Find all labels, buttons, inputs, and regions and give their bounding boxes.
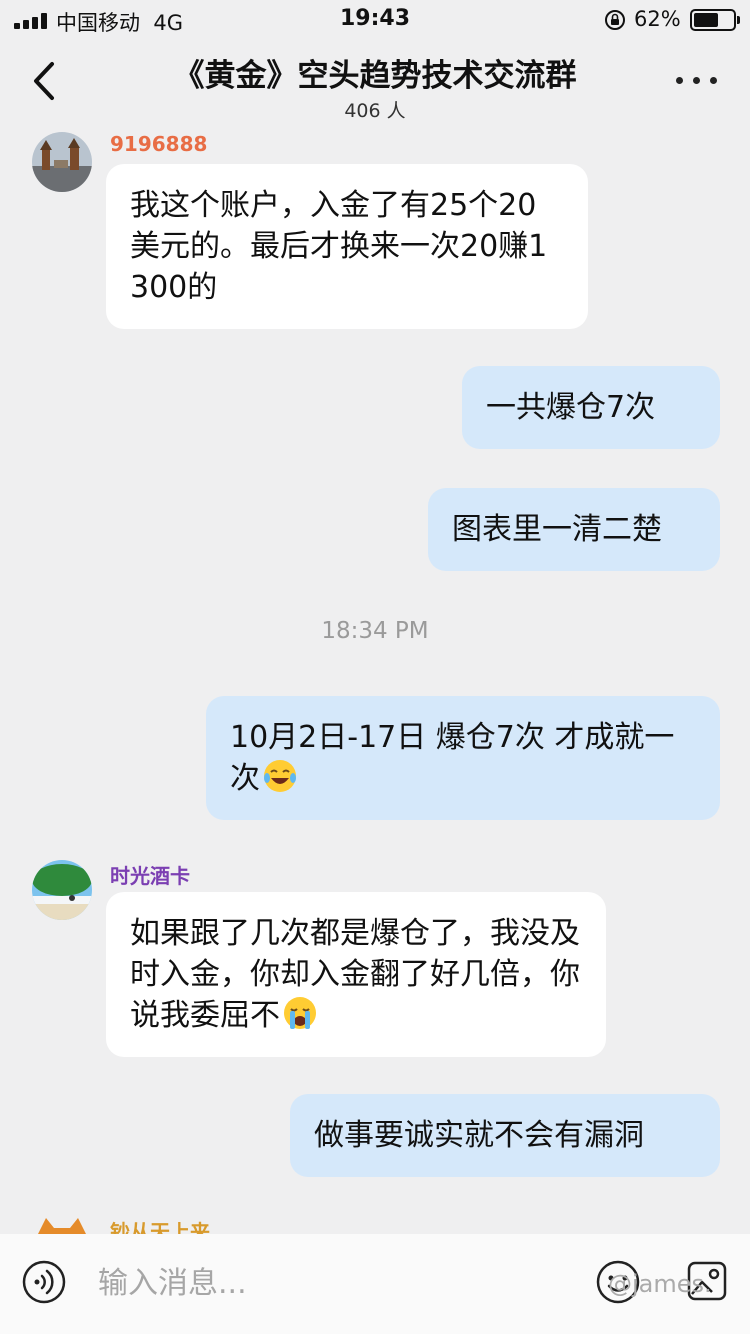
status-bar: 中国移动 4G 19:43 62% <box>0 0 750 40</box>
message-text: 做事要诚实就不会有漏洞 <box>314 1118 644 1153</box>
member-count: 406 人 <box>344 100 406 122</box>
message-bubble: 图表里一清二楚 <box>428 488 720 571</box>
sender-name-clip: 钞从天上来 <box>110 1216 310 1234</box>
message-input[interactable] <box>98 1258 568 1308</box>
message-text: 如果跟了几次都是爆仓了，我没及时入金，你却入金翻了好几倍，你说我委屈不 <box>130 916 580 1033</box>
avatar[interactable] <box>32 132 92 192</box>
chat-header: 《黄金》空头趋势技术交流群 406 人 <box>0 40 750 128</box>
crying-emoji-icon <box>284 997 316 1029</box>
sender-name: 钞从天上来 <box>110 1220 210 1234</box>
message-bubble: 10月2日-17日 爆仓7次 才成就一次 <box>206 696 720 820</box>
avatar[interactable] <box>32 1216 92 1234</box>
message-bubble: 一共爆仓7次 <box>462 366 720 449</box>
sender-name: 时光酒卡 <box>110 864 190 888</box>
chat-title: 《黄金》空头趋势技术交流群 <box>173 58 577 94</box>
message-text: 图表里一清二楚 <box>452 512 662 547</box>
battery-percent: 62% <box>634 7 681 31</box>
timestamp: 18:34 PM <box>321 618 429 644</box>
rotation-lock-icon <box>605 10 625 30</box>
more-options-icon[interactable] <box>676 70 720 90</box>
message-bubble: 如果跟了几次都是爆仓了，我没及时入金，你却入金翻了好几倍，你说我委屈不 <box>106 892 606 1057</box>
message-bubble: 我这个账户，入金了有25个20美元的。最后才换来一次20赚1300的 <box>106 164 588 329</box>
message-bubble: 做事要诚实就不会有漏洞 <box>290 1094 720 1177</box>
message-text: 一共爆仓7次 <box>486 390 656 425</box>
avatar[interactable] <box>32 860 92 920</box>
sender-name: 9196888 <box>110 132 208 156</box>
message-text: 我这个账户，入金了有25个20美元的。最后才换来一次20赚1300的 <box>130 188 548 305</box>
watermark: @james. <box>608 1270 712 1298</box>
voice-input-icon[interactable] <box>22 1260 66 1304</box>
battery-icon <box>690 9 740 31</box>
laughing-tears-emoji-icon <box>264 760 296 792</box>
